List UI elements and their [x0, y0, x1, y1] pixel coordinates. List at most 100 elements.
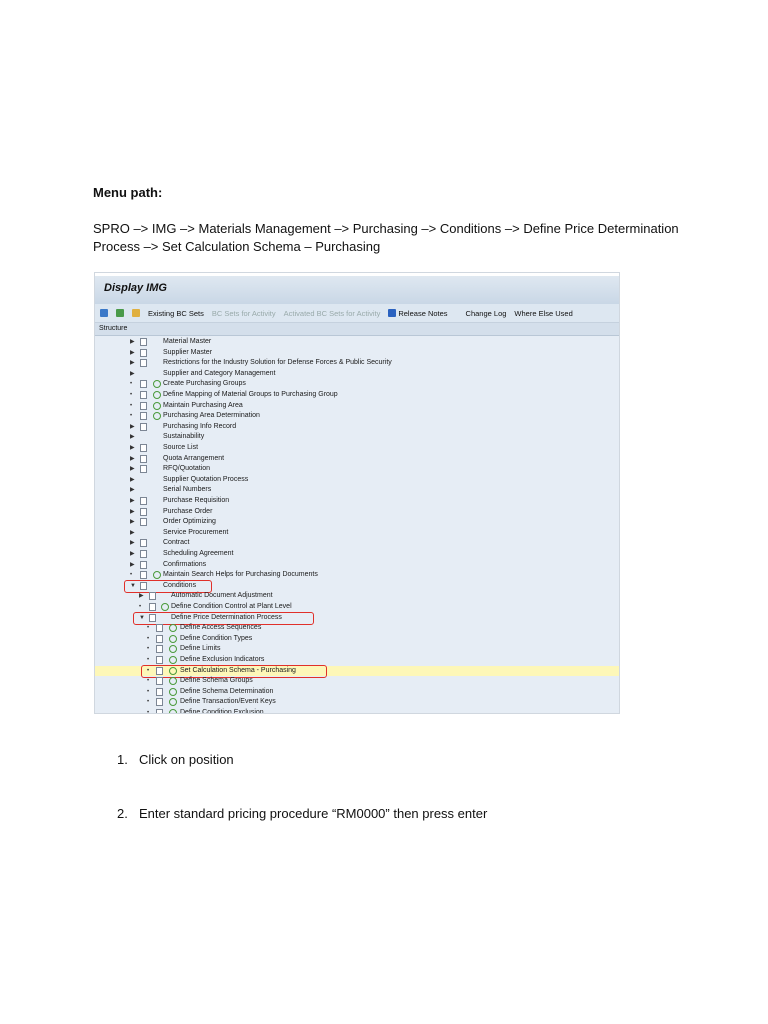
- tree-item[interactable]: ▶ RFQ/Quotation: [95, 464, 619, 475]
- execute-clock-icon[interactable]: [153, 401, 161, 410]
- tree-item-label[interactable]: Service Procurement: [163, 528, 228, 539]
- tree-item-label[interactable]: Define Schema Determination: [180, 687, 273, 698]
- tree-item[interactable]: • Maintain Purchasing Area: [95, 401, 619, 412]
- expand-arrow-icon[interactable]: ▶: [130, 432, 135, 443]
- expand-arrow-icon[interactable]: ▶: [139, 591, 144, 602]
- tree-item[interactable]: ▶ Purchase Order: [95, 507, 619, 518]
- execute-clock-icon[interactable]: [161, 603, 169, 611]
- tree-item-label[interactable]: Scheduling Agreement: [163, 549, 233, 560]
- document-icon[interactable]: [140, 422, 147, 431]
- execute-clock-icon[interactable]: [169, 687, 177, 696]
- change-log-button[interactable]: Change Log: [466, 309, 507, 318]
- tree-item[interactable]: • Define Limits: [95, 644, 619, 655]
- tree-item[interactable]: ▶ Material Master: [95, 337, 619, 348]
- tree-item-label[interactable]: Purchase Requisition: [163, 496, 229, 507]
- document-icon[interactable]: [140, 348, 147, 357]
- tree-item[interactable]: ▶ Order Optimizing: [95, 517, 619, 528]
- tree-item-label[interactable]: Define Mapping of Material Groups to Pur…: [163, 390, 338, 401]
- expand-arrow-icon[interactable]: ▶: [130, 422, 135, 433]
- save-icon[interactable]: [116, 309, 124, 317]
- document-icon[interactable]: [156, 645, 163, 654]
- tree-item[interactable]: • Define Condition Types: [95, 634, 619, 645]
- tree-item-label[interactable]: Supplier Master: [163, 348, 212, 359]
- execute-clock-icon[interactable]: [169, 698, 177, 707]
- document-icon[interactable]: [140, 550, 147, 558]
- document-icon[interactable]: [140, 454, 147, 463]
- expand-arrow-icon[interactable]: ▶: [130, 538, 135, 549]
- tree-item[interactable]: ▶ Purchasing Info Record: [95, 422, 619, 433]
- expand-arrow-icon[interactable]: ▶: [130, 496, 135, 507]
- execute-clock-icon[interactable]: [169, 677, 177, 686]
- expand-arrow-icon[interactable]: ▶: [130, 507, 135, 518]
- tree-item[interactable]: ▶ Supplier Quotation Process: [95, 475, 619, 486]
- bc-sets-activity-button[interactable]: BC Sets for Activity: [212, 309, 276, 318]
- execute-clock-icon[interactable]: [169, 709, 177, 713]
- document-icon[interactable]: [140, 539, 147, 548]
- tree-item[interactable]: ▶ Contract: [95, 538, 619, 549]
- execute-clock-icon[interactable]: [153, 571, 161, 580]
- tree-item-label[interactable]: Supplier and Category Management: [163, 369, 275, 380]
- tree-item[interactable]: ▶ Source List: [95, 443, 619, 454]
- document-icon[interactable]: [140, 359, 147, 368]
- document-icon[interactable]: [140, 391, 147, 399]
- tree-item[interactable]: ▶ Scheduling Agreement: [95, 549, 619, 560]
- document-icon[interactable]: [140, 444, 147, 452]
- document-icon[interactable]: [149, 592, 156, 601]
- filter-icon[interactable]: [100, 309, 108, 317]
- expand-arrow-icon[interactable]: ▶: [130, 549, 135, 560]
- expand-arrow-icon[interactable]: ▶: [130, 464, 135, 475]
- tree-item[interactable]: • Define Transaction/Event Keys: [95, 697, 619, 708]
- tree-item[interactable]: ▶ Restrictions for the Industry Solution …: [95, 358, 619, 369]
- tree-item-label[interactable]: Confirmations: [163, 560, 206, 571]
- tree-item[interactable]: ▼ Conditions: [95, 579, 619, 593]
- expand-arrow-icon[interactable]: ▶: [130, 517, 135, 528]
- expand-arrow-icon[interactable]: ▶: [130, 443, 135, 454]
- expand-arrow-icon[interactable]: ▶: [130, 337, 135, 348]
- execute-clock-icon[interactable]: [169, 624, 177, 633]
- expand-arrow-icon[interactable]: ▶: [130, 528, 135, 539]
- tree-item[interactable]: • Purchasing Area Determination: [95, 411, 619, 422]
- tree-item-label[interactable]: Define Condition Exclusion: [180, 708, 264, 713]
- tree-item-label[interactable]: Source List: [163, 443, 198, 454]
- document-icon[interactable]: [156, 698, 163, 707]
- tree-item[interactable]: ▶ Automatic Document Adjustment: [95, 591, 619, 602]
- expand-arrow-icon[interactable]: ▶: [130, 454, 135, 465]
- tree-item-label[interactable]: Order Optimizing: [163, 517, 216, 528]
- tree-item-label[interactable]: RFQ/Quotation: [163, 464, 210, 475]
- tree-item-label[interactable]: Create Purchasing Groups: [163, 379, 246, 390]
- expand-arrow-icon[interactable]: ▶: [130, 560, 135, 571]
- tree-item[interactable]: • Define Schema Groups: [95, 676, 619, 687]
- tree-item[interactable]: ▶ Purchase Requisition: [95, 496, 619, 507]
- execute-clock-icon[interactable]: [153, 412, 161, 421]
- execute-clock-icon[interactable]: [153, 380, 161, 389]
- tree-item[interactable]: ▶ Quota Arrangement: [95, 454, 619, 465]
- document-icon[interactable]: [140, 338, 147, 346]
- document-icon[interactable]: [156, 709, 163, 713]
- where-else-used-button[interactable]: Where Else Used: [514, 309, 572, 318]
- expand-arrow-icon[interactable]: ▶: [130, 369, 135, 380]
- tree-item-label[interactable]: Define Condition Types: [180, 634, 252, 645]
- tree-item-label[interactable]: Sustainability: [163, 432, 204, 443]
- tree-item[interactable]: ▶ Supplier and Category Management: [95, 369, 619, 380]
- execute-clock-icon[interactable]: [169, 645, 177, 654]
- document-icon[interactable]: [156, 634, 163, 643]
- expand-arrow-icon[interactable]: ▶: [130, 475, 135, 486]
- tree-item[interactable]: • Define Access Sequences: [95, 623, 619, 634]
- activated-bc-sets-button[interactable]: Activated BC Sets for Activity: [284, 309, 381, 318]
- tree-item-label[interactable]: Serial Numbers: [163, 485, 211, 496]
- document-icon[interactable]: [140, 560, 147, 569]
- tree-item-label[interactable]: Supplier Quotation Process: [163, 475, 248, 486]
- tree-item[interactable]: • Define Condition Exclusion: [95, 708, 619, 713]
- document-icon[interactable]: [140, 571, 147, 580]
- tree-item[interactable]: • Set Calculation Schema - Purchasing: [95, 664, 619, 678]
- document-icon[interactable]: [140, 497, 147, 505]
- tree-item-label[interactable]: Contract: [163, 538, 189, 549]
- tree-item-label[interactable]: Define Limits: [180, 644, 220, 655]
- document-icon[interactable]: [156, 624, 163, 633]
- document-icon[interactable]: [156, 677, 163, 686]
- document-icon[interactable]: [149, 603, 156, 611]
- tree-item[interactable]: ▼ Define Price Determination Process: [95, 611, 619, 625]
- tree-item[interactable]: • Define Schema Determination: [95, 687, 619, 698]
- tree-item-label[interactable]: Restrictions for the Industry Solution f…: [163, 358, 392, 369]
- tree-item[interactable]: ▶ Serial Numbers: [95, 485, 619, 496]
